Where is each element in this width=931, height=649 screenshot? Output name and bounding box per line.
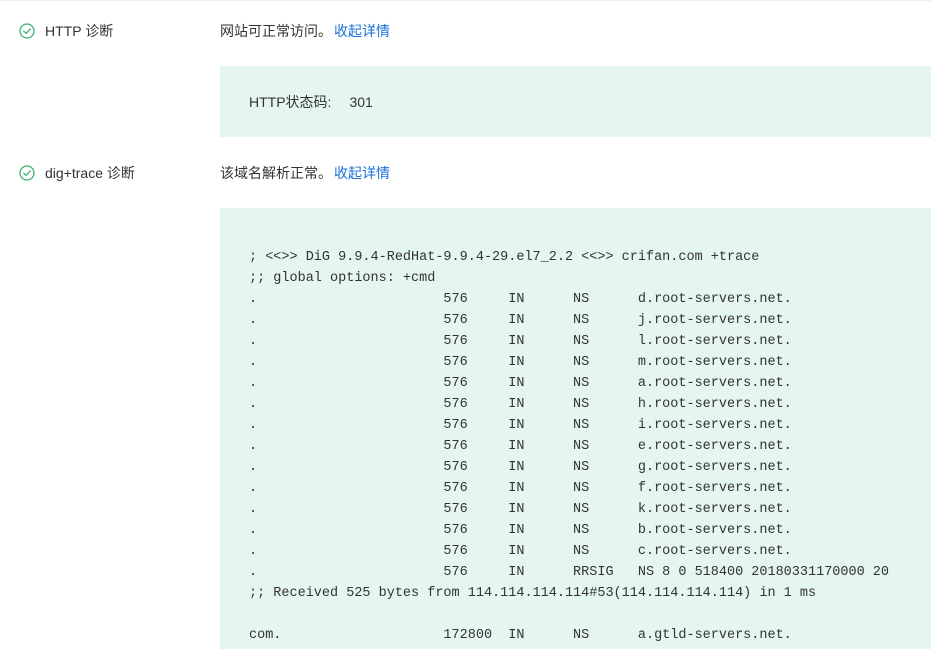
dig-output: ; <<>> DiG 9.9.4-RedHat-9.9.4-29.el7_2.2… bbox=[249, 247, 909, 646]
dig-output-line: . 576 IN NS d.root-servers.net. bbox=[249, 292, 792, 307]
dig-output-line: . 576 IN RRSIG NS 8 0 518400 20180331170… bbox=[249, 565, 890, 580]
dig-output-line: . 576 IN NS g.root-servers.net. bbox=[249, 460, 792, 475]
http-status-code-row: HTTP状态码: 301 bbox=[249, 92, 373, 112]
dig-detail-panel: ; <<>> DiG 9.9.4-RedHat-9.9.4-29.el7_2.2… bbox=[220, 208, 931, 649]
http-collapse-details-link[interactable]: 收起详情 bbox=[334, 23, 390, 39]
dig-output-line: . 576 IN NS m.root-servers.net. bbox=[249, 355, 792, 370]
dig-output-line: . 576 IN NS c.root-servers.net. bbox=[249, 544, 792, 559]
dig-diag-status: 该域名解析正常。 收起详情 bbox=[220, 163, 390, 183]
dig-collapse-details-link[interactable]: 收起详情 bbox=[334, 165, 390, 181]
dig-output-line: . 576 IN NS e.root-servers.net. bbox=[249, 439, 792, 454]
dig-output-line: . 576 IN NS h.root-servers.net. bbox=[249, 397, 792, 412]
dig-output-line: . 576 IN NS i.root-servers.net. bbox=[249, 418, 792, 433]
dig-output-line: ;; Received 525 bytes from 114.114.114.1… bbox=[249, 586, 817, 601]
http-status-code-label: HTTP状态码: bbox=[249, 94, 332, 110]
dig-output-line bbox=[249, 604, 909, 625]
dig-output-line: . 576 IN NS k.root-servers.net. bbox=[249, 502, 792, 517]
dig-status-text: 该域名解析正常。 bbox=[220, 165, 332, 181]
http-status-code-value: 301 bbox=[349, 94, 373, 110]
check-circle-icon bbox=[19, 165, 35, 181]
dig-output-line: . 576 IN NS a.root-servers.net. bbox=[249, 376, 792, 391]
http-diag-status: 网站可正常访问。 收起详情 bbox=[220, 21, 390, 41]
dig-diag-title: dig+trace 诊断 bbox=[45, 165, 135, 181]
dig-output-line: . 576 IN NS j.root-servers.net. bbox=[249, 313, 792, 328]
dig-output-line: . 576 IN NS b.root-servers.net. bbox=[249, 523, 792, 538]
http-status-text: 网站可正常访问。 bbox=[220, 23, 332, 39]
dig-output-line: . 576 IN NS l.root-servers.net. bbox=[249, 334, 792, 349]
http-diag-title: HTTP 诊断 bbox=[45, 23, 114, 39]
http-detail-panel: HTTP状态码: 301 bbox=[220, 66, 931, 137]
top-divider bbox=[0, 0, 931, 1]
diagnosis-page: HTTP 诊断 网站可正常访问。 收起详情 HTTP状态码: 301 dig+tra… bbox=[0, 0, 931, 649]
dig-output-line: ; <<>> DiG 9.9.4-RedHat-9.9.4-29.el7_2.2… bbox=[249, 250, 760, 265]
dig-output-line: . 576 IN NS f.root-servers.net. bbox=[249, 481, 792, 496]
check-circle-icon bbox=[19, 23, 35, 39]
dig-output-line: ;; global options: +cmd bbox=[249, 271, 436, 286]
dig-output-line: com. 172800 IN NS a.gtld-servers.net. bbox=[249, 628, 792, 643]
